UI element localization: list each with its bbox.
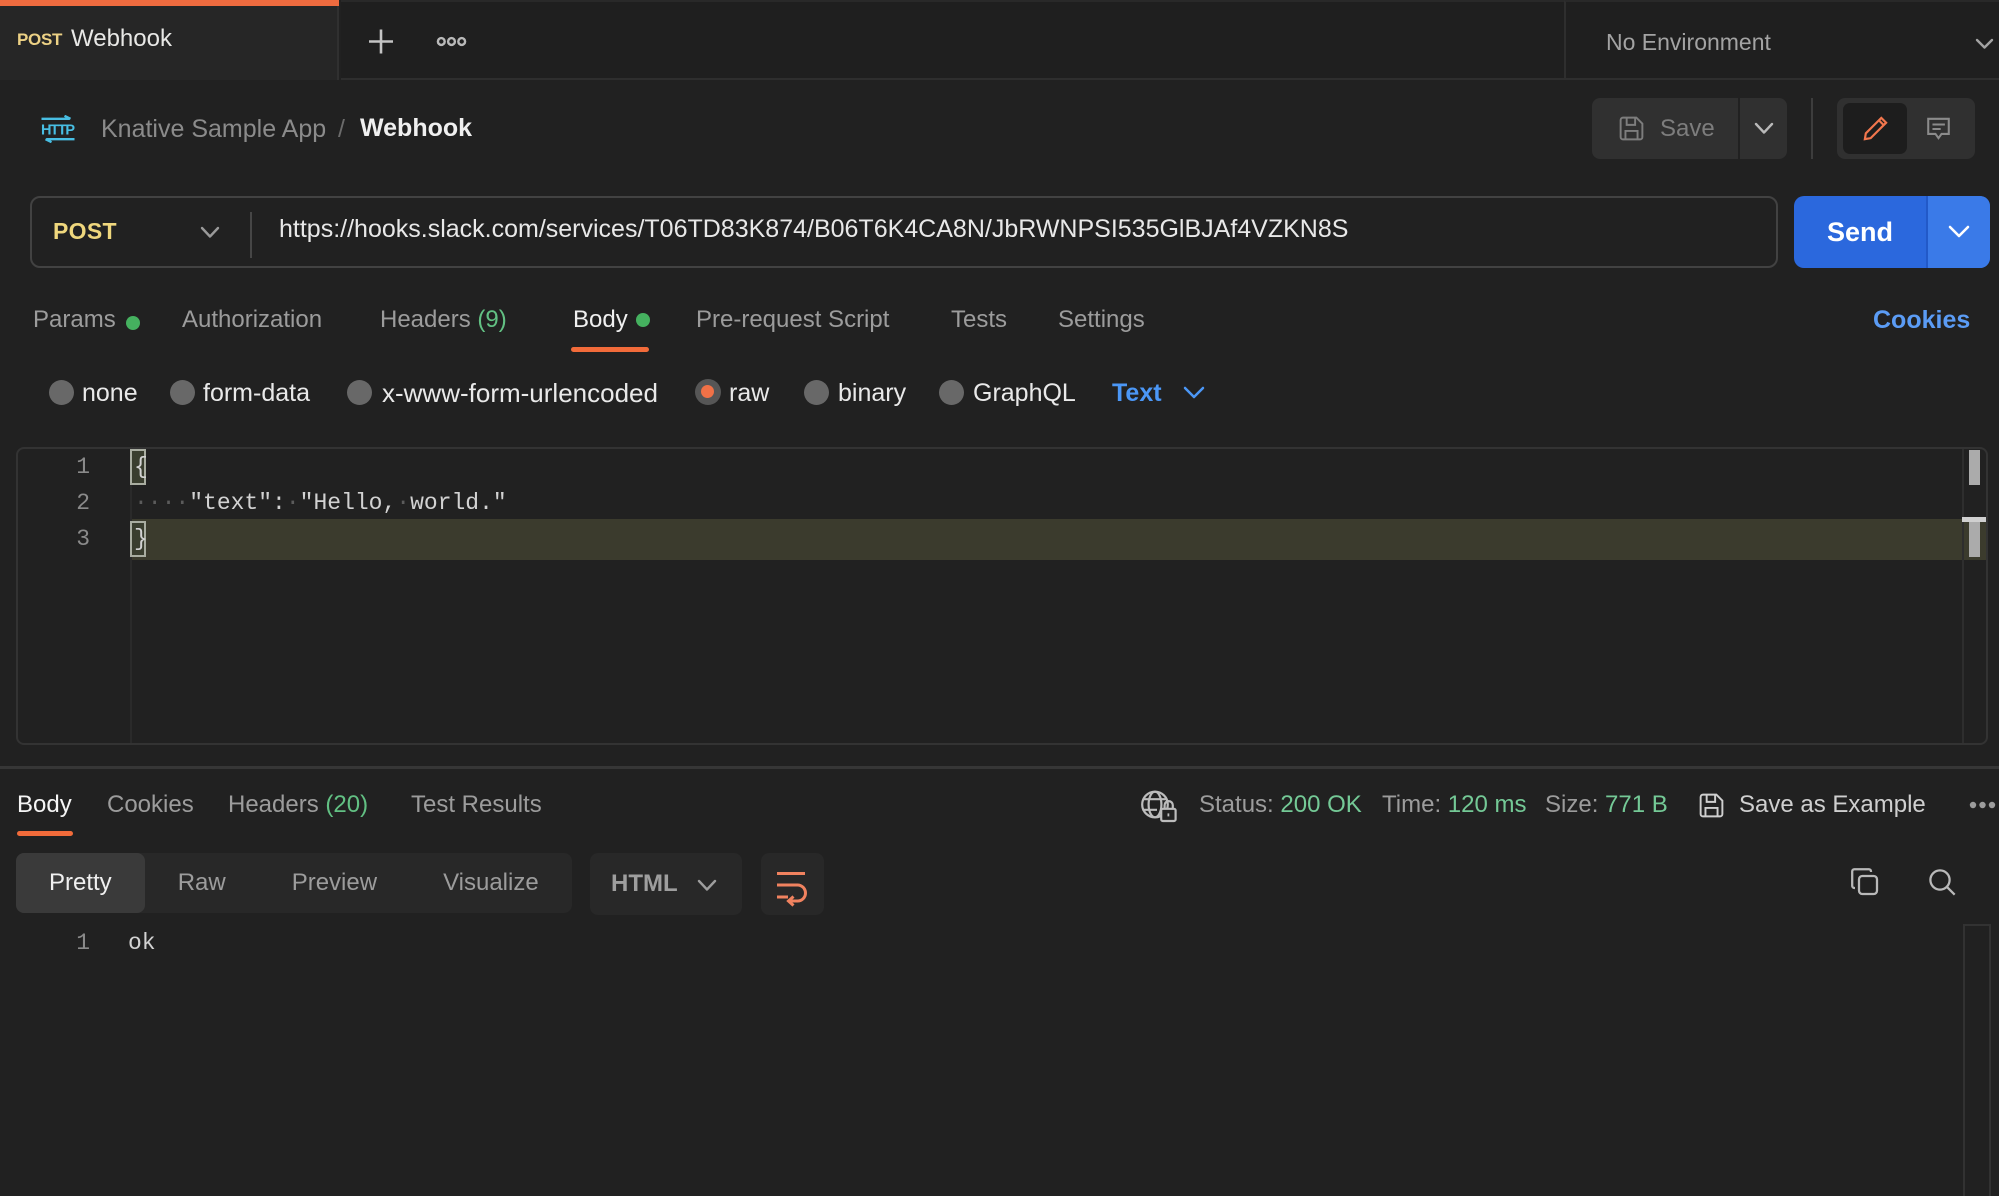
svg-text:HTTP: HTTP <box>41 123 75 139</box>
